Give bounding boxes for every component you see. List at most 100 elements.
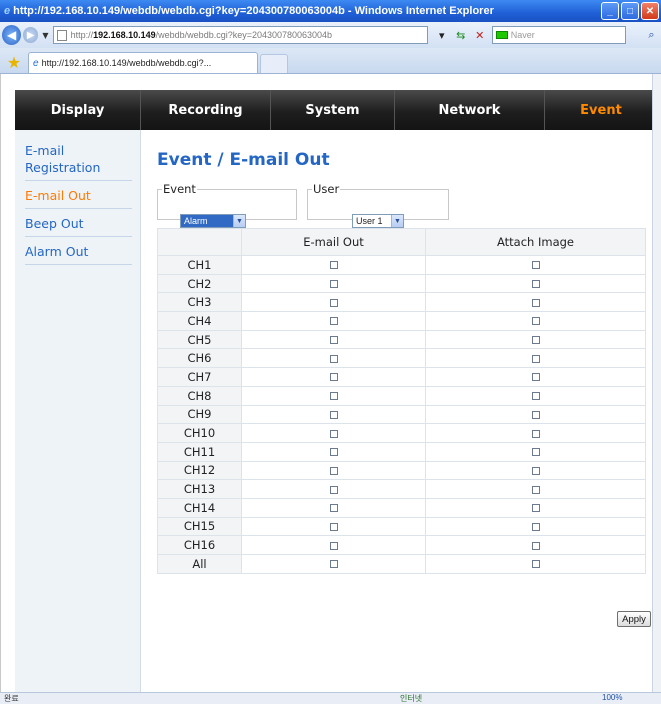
attach-image-cell [425,311,646,331]
email-out-checkbox[interactable] [329,560,338,569]
favorites-star-icon[interactable]: ★ [4,51,24,73]
back-button[interactable]: ◀ [2,25,22,45]
event-select-value: Alarm [181,215,233,227]
table-row: CH14 [157,497,646,518]
table-row: CH10 [157,423,646,443]
attach-image-checkbox[interactable] [531,354,540,363]
attach-image-checkbox[interactable] [531,560,540,569]
search-placeholder: Naver [510,30,535,40]
ie-logo-icon: e [4,5,11,17]
table-row: CH5 [157,329,646,350]
attach-image-checkbox[interactable] [531,261,540,270]
table-row: CH2 [157,273,646,294]
channel-label: CH2 [157,273,242,294]
email-out-cell [241,404,426,425]
minimize-button[interactable]: _ [601,2,619,20]
email-out-checkbox[interactable] [329,373,338,382]
chevron-down-icon[interactable]: ▼ [391,215,403,227]
refresh-icon[interactable]: ⇆ [453,27,469,43]
attach-image-cell [425,516,646,537]
table-row: CH12 [157,460,646,481]
attach-image-checkbox[interactable] [531,429,540,438]
nav-event[interactable]: Event [545,90,652,130]
email-out-checkbox[interactable] [329,485,338,494]
sidebar-item-beep-out[interactable]: Beep Out [25,209,132,237]
email-out-checkbox[interactable] [329,522,338,531]
email-out-cell [241,348,426,369]
email-out-cell [241,479,426,499]
address-input[interactable]: http://192.168.10.149/webdb/webdb.cgi?ke… [52,26,428,44]
user-legend: User [313,182,340,196]
email-out-checkbox[interactable] [329,541,338,550]
search-icon[interactable]: ⌕ [642,26,661,44]
forward-button[interactable]: ▶ [23,27,39,43]
attach-image-cell [425,497,646,518]
new-tab-button[interactable] [260,54,288,73]
attach-image-checkbox[interactable] [531,373,540,382]
nav-network[interactable]: Network [395,90,545,130]
email-out-checkbox[interactable] [329,261,338,270]
attach-image-cell [425,367,646,387]
channel-label: CH4 [157,311,242,331]
attach-image-checkbox[interactable] [531,336,540,345]
attach-image-checkbox[interactable] [531,448,540,457]
user-select[interactable]: User 1 ▼ [352,214,404,228]
attach-image-checkbox[interactable] [531,485,540,494]
email-out-checkbox[interactable] [329,280,338,289]
attach-image-checkbox[interactable] [531,298,540,307]
email-out-checkbox[interactable] [329,298,338,307]
nav-system[interactable]: System [271,90,395,130]
stop-icon[interactable]: ✕ [472,27,488,43]
address-dropdown-icon[interactable]: ▾ [434,27,450,43]
nav-display[interactable]: Display [15,90,141,130]
maximize-button[interactable]: □ [621,2,639,20]
sidebar-item-email-out[interactable]: E-mail Out [25,181,132,209]
vertical-scrollbar[interactable] [652,74,661,692]
attach-image-checkbox[interactable] [531,504,540,513]
email-out-checkbox[interactable] [329,504,338,513]
email-out-checkbox[interactable] [329,336,338,345]
browser-tab[interactable]: e http://192.168.10.149/webdb/webdb.cgi?… [28,52,258,73]
window-title: http://192.168.10.149/webdb/webdb.cgi?ke… [13,5,494,17]
email-out-checkbox[interactable] [329,448,338,457]
attach-image-checkbox[interactable] [531,410,540,419]
email-out-checkbox[interactable] [329,392,338,401]
attach-image-checkbox[interactable] [531,541,540,550]
channel-label: All [157,554,242,574]
email-out-checkbox[interactable] [329,429,338,438]
nav-recording[interactable]: Recording [141,90,271,130]
address-prefix: http:// [70,30,94,40]
attach-image-checkbox[interactable] [531,466,540,475]
sidebar-item-alarm-out[interactable]: Alarm Out [25,237,132,265]
table-row: CH6 [157,348,646,369]
attach-image-checkbox[interactable] [531,522,540,531]
attach-image-checkbox[interactable] [531,280,540,289]
attach-image-cell [425,404,646,425]
attach-image-checkbox[interactable] [531,392,540,401]
search-input[interactable]: Naver [491,26,626,44]
history-dropdown-icon[interactable]: ▼ [42,31,48,40]
event-select[interactable]: Alarm ▼ [180,214,246,228]
sidebar-item-email-registration[interactable]: E-mail Registration [25,136,132,181]
close-button[interactable]: ✕ [641,2,659,20]
attach-image-checkbox[interactable] [531,317,540,326]
chevron-down-icon[interactable]: ▼ [233,215,245,227]
sidebar: E-mail Registration E-mail Out Beep Out … [15,130,141,692]
page-icon [56,29,67,41]
email-out-checkbox[interactable] [329,354,338,363]
channel-label: CH10 [157,423,242,443]
apply-button[interactable]: Apply [617,611,651,627]
email-out-checkbox[interactable] [329,410,338,419]
email-out-checkbox[interactable] [329,466,338,475]
browser-tab-title: http://192.168.10.149/webdb/webdb.cgi?..… [41,58,212,68]
zoom-level[interactable]: 100% [602,693,622,702]
table-header-row: E-mail Out Attach Image [157,228,646,256]
attach-image-cell [425,423,646,443]
channel-label: CH12 [157,460,242,481]
email-out-cell [241,255,426,275]
table-header-attach-image: Attach Image [425,228,646,256]
email-out-checkbox[interactable] [329,317,338,326]
status-zone: 인터넷 [400,694,423,703]
event-fieldset: Event Alarm ▼ [157,182,297,228]
email-out-cell [241,367,426,387]
